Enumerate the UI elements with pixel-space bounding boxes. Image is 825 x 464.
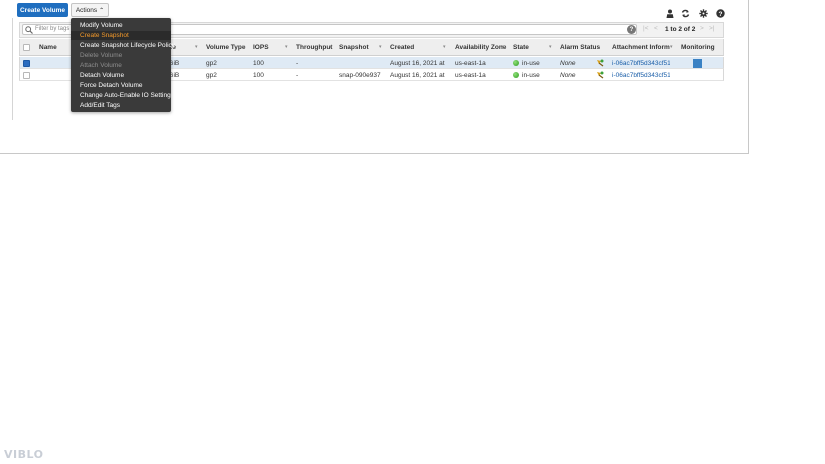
column-volume-type[interactable]: Volume Type [206,44,246,51]
sort-icon[interactable]: ▾ [443,44,446,50]
cell-iops: 100 [253,72,264,79]
cell-iops: 100 [253,60,264,67]
cell-volume-type: gp2 [206,60,217,67]
actions-label: Actions [75,6,98,14]
search-icon [25,26,33,34]
cell-throughput: - [296,60,299,67]
menu-item-add-edit-tags[interactable]: Add/Edit Tags [71,101,171,110]
menu-item-detach-volume[interactable]: Detach Volume [71,71,171,80]
cell-snapshot: snap-090e937... [339,72,381,79]
sort-icon[interactable]: ▾ [502,44,505,50]
filter-help-icon[interactable]: ? [627,25,636,34]
menu-item-create-snapshot[interactable]: Create Snapshot [71,31,171,40]
cell-attachment-link[interactable]: i-06ac7bff5d343cf51:... [612,72,670,79]
prev-page-icon[interactable]: < [654,25,658,32]
column-monitoring[interactable]: Monitoring [681,44,715,51]
chevron-up-icon: ⌃ [99,7,105,14]
column-throughput[interactable]: Throughput [296,44,332,51]
cell-state: in-use [522,72,540,79]
refresh-icon[interactable] [681,9,690,18]
menu-item-attach-volume: Attach Volume [80,62,122,69]
pagination-text: 1 to 2 of 2 [665,26,696,33]
column-iops[interactable]: IOPS [253,44,269,51]
menu-item-modify-volume[interactable]: Modify Volume [71,21,171,30]
menu-item-delete-volume: Delete Volume [80,52,123,59]
actions-button[interactable]: Actions ⌃ [71,3,109,17]
add-alarm-icon[interactable] [596,59,604,67]
sort-icon[interactable]: ▾ [329,44,332,50]
watermark-logo: VIBLO [4,448,44,461]
cell-attachment-link[interactable]: i-06ac7bff5d343cf51:... [612,60,670,67]
first-page-icon[interactable]: |< [643,25,648,32]
cell-availability-zone: us-east-1a [455,60,486,67]
gear-icon[interactable] [699,9,708,18]
cell-created: August 16, 2021 at 1:... [390,72,446,79]
cell-alarm-status: None [560,72,576,79]
create-volume-button[interactable]: Create Volume [17,3,68,17]
row-checkbox[interactable] [23,72,30,79]
column-state[interactable]: State [513,44,529,51]
cell-availability-zone: us-east-1a [455,72,486,79]
cell-alarm-status: None [560,60,576,67]
sort-icon[interactable]: ▾ [549,44,552,50]
state-ok-icon [513,60,519,66]
cell-state: in-use [522,60,540,67]
column-availability-zone[interactable]: Availability Zone [455,44,506,51]
next-page-icon[interactable]: > [700,25,704,32]
add-alarm-icon[interactable] [596,71,604,79]
column-alarm-status[interactable]: Alarm Status [560,44,600,51]
menu-item-change-auto-enable-io[interactable]: Change Auto-Enable IO Setting [71,91,171,100]
sort-icon[interactable]: ▾ [242,44,245,50]
cell-throughput: - [296,72,299,79]
column-name[interactable]: Name [39,44,57,51]
sort-icon[interactable]: ▾ [670,44,673,50]
user-icon[interactable] [665,9,674,18]
left-divider [12,18,13,120]
last-page-icon[interactable]: >| [709,25,714,32]
monitoring-icon[interactable] [693,59,702,68]
svg-text:?: ? [719,11,723,18]
sort-icon[interactable]: ▾ [379,44,382,50]
cell-created: August 16, 2021 at 1:... [390,60,446,67]
state-ok-icon [513,72,519,78]
help-icon[interactable]: ? [716,9,725,18]
sort-icon[interactable]: ▾ [285,44,288,50]
column-attachment-information[interactable]: Attachment Information [612,44,670,51]
select-all-checkbox[interactable] [23,44,30,51]
sort-icon[interactable]: ▾ [195,44,198,50]
menu-item-force-detach-volume[interactable]: Force Detach Volume [71,81,171,90]
actions-menu: Modify Volume Create Snapshot Create Sna… [71,18,175,112]
column-snapshot[interactable]: Snapshot [339,44,369,51]
cell-volume-type: gp2 [206,72,217,79]
column-created[interactable]: Created [390,44,414,51]
row-checkbox[interactable] [23,60,30,67]
menu-item-create-snapshot-lifecycle-policy[interactable]: Create Snapshot Lifecycle Policy [71,41,175,50]
